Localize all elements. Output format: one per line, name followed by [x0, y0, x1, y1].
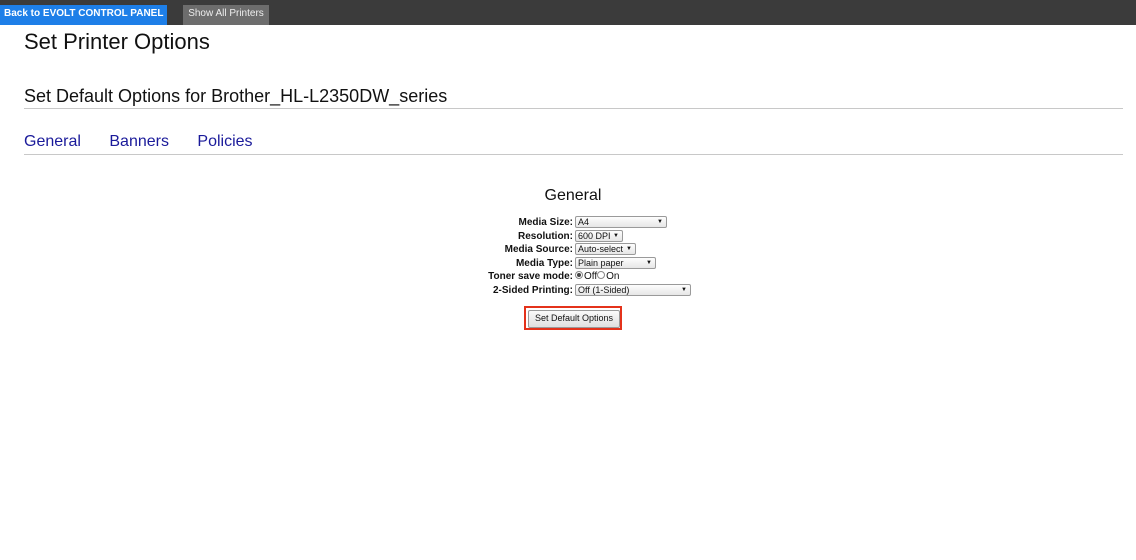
resolution-label: Resolution:	[518, 230, 573, 242]
back-to-control-panel-button[interactable]: Back to EVOLT CONTROL PANEL	[0, 5, 167, 25]
media-type-label: Media Type:	[515, 257, 573, 269]
tab-policies[interactable]: Policies	[197, 133, 252, 150]
media-type-select[interactable]: Plain paper ▼	[575, 256, 656, 269]
duplex-select[interactable]: Off (1-Sided) ▼	[575, 283, 691, 296]
toner-save-off-radio[interactable]	[575, 271, 583, 280]
toner-save-label: Toner save mode:	[488, 271, 573, 282]
duplex-label: 2-Sided Printing:	[493, 284, 573, 296]
media-type-value: Plain paper	[578, 257, 624, 268]
media-source-value: Auto-select	[578, 244, 624, 255]
media-size-row: Media Size: A4 ▼	[0, 216, 1136, 230]
media-source-row: Media Source: Auto-select ▼	[0, 243, 1136, 257]
show-all-printers-button[interactable]: Show All Printers	[183, 5, 269, 25]
media-source-select[interactable]: Auto-select ▼	[575, 243, 636, 256]
toner-save-row: Toner save mode: Off On	[0, 270, 1136, 284]
resolution-value: 600 DPI	[578, 230, 611, 241]
submit-highlight: Set Default Options	[524, 306, 622, 330]
media-size-label: Media Size:	[518, 217, 573, 228]
duplex-value: Off (1-Sided)	[578, 284, 630, 295]
toner-save-on-label: On	[606, 271, 620, 282]
resolution-row: Resolution: 600 DPI ▼	[0, 229, 1136, 244]
resolution-select[interactable]: 600 DPI ▼	[575, 229, 623, 242]
tab-banners[interactable]: Banners	[109, 133, 169, 150]
page-subtitle: Set Default Options for Brother_HL-L2350…	[24, 86, 448, 106]
duplex-row: 2-Sided Printing: Off (1-Sided) ▼	[0, 283, 1136, 298]
page-title: Set Printer Options	[24, 29, 210, 54]
media-size-value: A4	[578, 217, 590, 228]
chevron-down-icon: ▼	[613, 232, 619, 239]
chevron-down-icon: ▼	[646, 259, 652, 266]
divider	[24, 108, 1123, 109]
section-title: General	[544, 187, 602, 204]
chevron-down-icon: ▼	[626, 246, 632, 253]
top-toolbar: Back to EVOLT CONTROL PANEL Show All Pri…	[0, 0, 1136, 25]
media-source-label: Media Source:	[504, 244, 573, 255]
set-default-options-button[interactable]: Set Default Options	[528, 310, 620, 328]
option-tabs: General Banners Policies	[24, 133, 277, 151]
chevron-down-icon: ▼	[681, 286, 687, 293]
media-size-select[interactable]: A4 ▼	[575, 216, 667, 229]
media-type-row: Media Type: Plain paper ▼	[0, 256, 1136, 271]
tab-general[interactable]: General	[24, 133, 81, 150]
toner-save-off-label: Off	[584, 271, 598, 282]
toner-save-on-radio[interactable]	[597, 271, 606, 280]
chevron-down-icon: ▼	[657, 219, 663, 226]
divider	[24, 154, 1123, 155]
printer-options-form: Media Size: A4 ▼ Resolution: 600 DPI ▼ M…	[0, 216, 1136, 297]
